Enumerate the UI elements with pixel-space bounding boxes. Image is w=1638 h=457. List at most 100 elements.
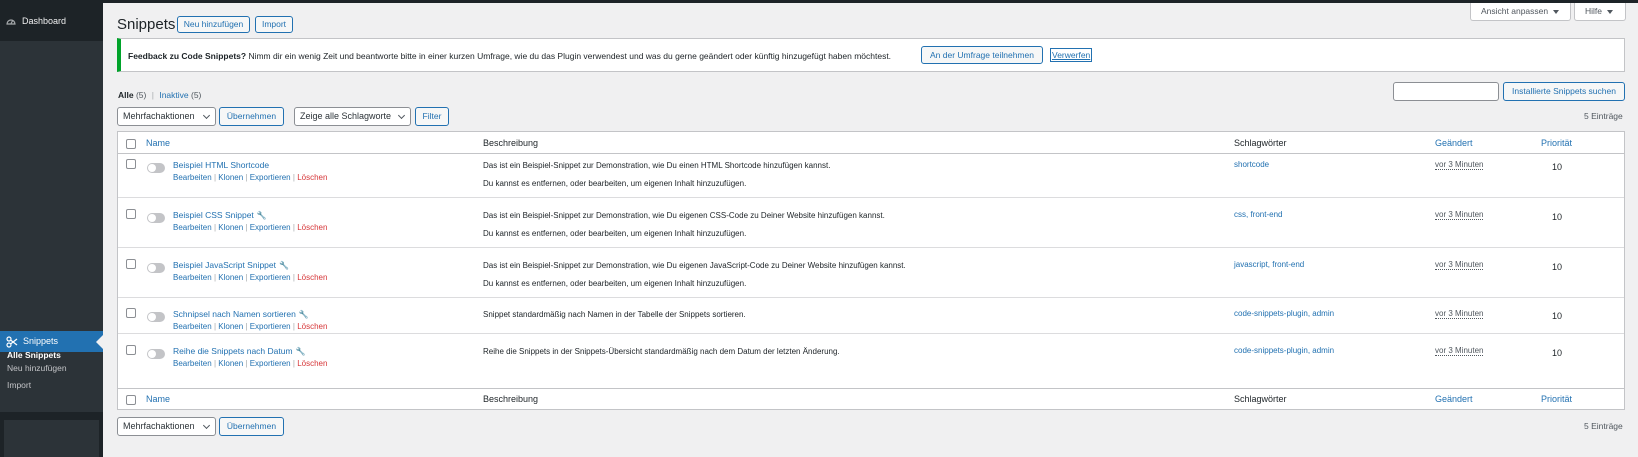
row-checkbox[interactable] — [126, 259, 136, 269]
edit-link[interactable]: Bearbeiten — [173, 359, 212, 368]
select-all-checkbox[interactable] — [126, 139, 136, 149]
snippet-modified: vor 3 Minuten — [1435, 210, 1484, 220]
dismiss-button[interactable]: Verwerfen — [1050, 48, 1093, 62]
notice-body-text: Nimm dir ein wenig Zeit und beantworte b… — [248, 51, 892, 61]
column-footer-tags: Schlagwörter — [1234, 394, 1287, 404]
column-header-modified[interactable]: Geändert — [1435, 138, 1473, 148]
snippet-tags[interactable]: javascript, front-end — [1234, 260, 1304, 269]
clone-link[interactable]: Klonen — [218, 223, 243, 232]
edit-link[interactable]: Bearbeiten — [173, 322, 212, 331]
clone-link[interactable]: Klonen — [218, 173, 243, 182]
export-link[interactable]: Exportieren — [250, 223, 291, 232]
sidebar-item-snippets[interactable]: Snippets — [0, 331, 103, 352]
select-all-checkbox-footer[interactable] — [126, 395, 136, 405]
bulk-actions-select[interactable]: Mehrfachaktionen — [117, 107, 216, 126]
activation-toggle[interactable] — [147, 213, 165, 223]
action-separator: | — [213, 273, 217, 282]
tags-filter-select[interactable]: Zeige alle Schlagworte — [294, 107, 411, 126]
submenu-all-snippets[interactable]: Alle Snippets — [7, 350, 61, 360]
export-link[interactable]: Exportieren — [250, 273, 291, 282]
activation-toggle[interactable] — [147, 312, 165, 322]
snippet-description: Snippet standardmäßig nach Namen in der … — [483, 310, 746, 319]
delete-link[interactable]: Löschen — [297, 322, 327, 331]
action-separator: | — [292, 322, 295, 331]
page-title: Snippets — [117, 16, 176, 33]
export-link[interactable]: Exportieren — [250, 359, 291, 368]
row-checkbox[interactable] — [126, 308, 136, 318]
snippet-name-link[interactable]: Beispiel HTML Shortcode — [173, 160, 269, 170]
snippet-name-link[interactable]: Schnipsel nach Namen sortieren 🔧 — [173, 309, 309, 319]
snippet-name: Beispiel CSS Snippet — [173, 210, 254, 220]
activation-toggle[interactable] — [147, 263, 165, 273]
apply-button-bottom[interactable]: Übernehmen — [219, 417, 284, 436]
snippet-name-link[interactable]: Beispiel JavaScript Snippet 🔧 — [173, 260, 289, 270]
snippet-tags[interactable]: code-snippets-plugin, admin — [1234, 346, 1334, 355]
edit-link[interactable]: Bearbeiten — [173, 223, 212, 232]
column-footer-name[interactable]: Name — [146, 394, 170, 404]
action-separator: | — [245, 322, 248, 331]
import-button[interactable]: Import — [255, 16, 293, 33]
column-header-name[interactable]: Name — [146, 138, 170, 148]
snippet-description-line2: Du kannst es entfernen, oder bearbeiten,… — [483, 229, 747, 238]
snippet-priority: 10 — [1552, 212, 1563, 222]
edit-link[interactable]: Bearbeiten — [173, 273, 212, 282]
activation-toggle[interactable] — [147, 349, 165, 359]
delete-link[interactable]: Löschen — [297, 359, 327, 368]
clone-link[interactable]: Klonen — [218, 273, 243, 282]
search-snippets-button[interactable]: Installierte Snippets suchen — [1503, 82, 1625, 101]
snippet-tags[interactable]: code-snippets-plugin, admin — [1234, 309, 1334, 318]
survey-button[interactable]: An der Umfrage teilnehmen — [921, 46, 1043, 64]
snippet-description-line2: Du kannst es entfernen, oder bearbeiten,… — [483, 279, 747, 288]
export-link[interactable]: Exportieren — [250, 322, 291, 331]
edit-link[interactable]: Bearbeiten — [173, 173, 212, 182]
column-header-tags: Schlagwörter — [1234, 138, 1287, 148]
header-divider — [118, 153, 1624, 154]
add-new-button[interactable]: Neu hinzufügen — [177, 16, 250, 33]
column-footer-priority[interactable]: Priorität — [1541, 394, 1572, 404]
activation-toggle[interactable] — [147, 163, 165, 173]
clone-link[interactable]: Klonen — [218, 322, 243, 331]
delete-link[interactable]: Löschen — [297, 173, 327, 182]
sidebar-item-label: Dashboard — [22, 16, 67, 26]
row-divider — [118, 333, 1624, 334]
screen-options-button[interactable]: Ansicht anpassen — [1470, 3, 1571, 21]
submenu-add-new[interactable]: Neu hinzufügen — [7, 363, 67, 373]
row-checkbox[interactable] — [126, 159, 136, 169]
row-checkbox[interactable] — [126, 209, 136, 219]
filter-inactive[interactable]: Inaktive — [159, 90, 188, 100]
sidebar-item-label: Snippets — [23, 336, 59, 346]
snippet-name-link[interactable]: Reihe die Snippets nach Datum 🔧 — [173, 346, 306, 356]
scissors-icon — [6, 336, 18, 348]
action-separator: | — [292, 173, 295, 182]
clone-link[interactable]: Klonen — [218, 359, 243, 368]
snippet-name-link[interactable]: Beispiel CSS Snippet 🔧 — [173, 210, 267, 220]
row-actions: Bearbeiten | Klonen | Exportieren | Lösc… — [173, 223, 327, 232]
apply-button[interactable]: Übernehmen — [219, 107, 284, 126]
snippet-name: Reihe die Snippets nach Datum — [173, 346, 293, 356]
action-separator: | — [245, 273, 248, 282]
column-footer-modified[interactable]: Geändert — [1435, 394, 1473, 404]
bulk-actions-select-bottom[interactable]: Mehrfachaktionen — [117, 417, 216, 436]
snippet-description: Das ist ein Beispiel-Snippet zur Demonst… — [483, 211, 885, 220]
sidebar-menu-area — [0, 41, 103, 332]
snippet-tags[interactable]: shortcode — [1234, 160, 1269, 169]
filter-button[interactable]: Filter — [415, 107, 449, 126]
delete-link[interactable]: Löschen — [297, 223, 327, 232]
help-button[interactable]: Hilfe — [1574, 3, 1626, 21]
column-header-priority[interactable]: Priorität — [1541, 138, 1572, 148]
delete-link[interactable]: Löschen — [297, 273, 327, 282]
row-actions: Bearbeiten | Klonen | Exportieren | Lösc… — [173, 273, 327, 282]
snippet-description-line2: Du kannst es entfernen, oder bearbeiten,… — [483, 179, 747, 188]
snippet-modified: vor 3 Minuten — [1435, 309, 1484, 319]
action-separator: | — [245, 359, 248, 368]
items-count-bottom: 5 Einträge — [1584, 421, 1623, 431]
snippet-tags[interactable]: css, front-end — [1234, 210, 1282, 219]
help-label: Hilfe — [1585, 6, 1603, 16]
caret-down-icon — [1607, 9, 1614, 14]
export-link[interactable]: Exportieren — [250, 173, 291, 182]
row-checkbox[interactable] — [126, 345, 136, 355]
search-input[interactable] — [1393, 82, 1499, 101]
sidebar-item-dashboard[interactable]: Dashboard — [0, 0, 103, 41]
submenu-import[interactable]: Import — [7, 380, 31, 390]
filter-all[interactable]: Alle — [118, 90, 134, 100]
